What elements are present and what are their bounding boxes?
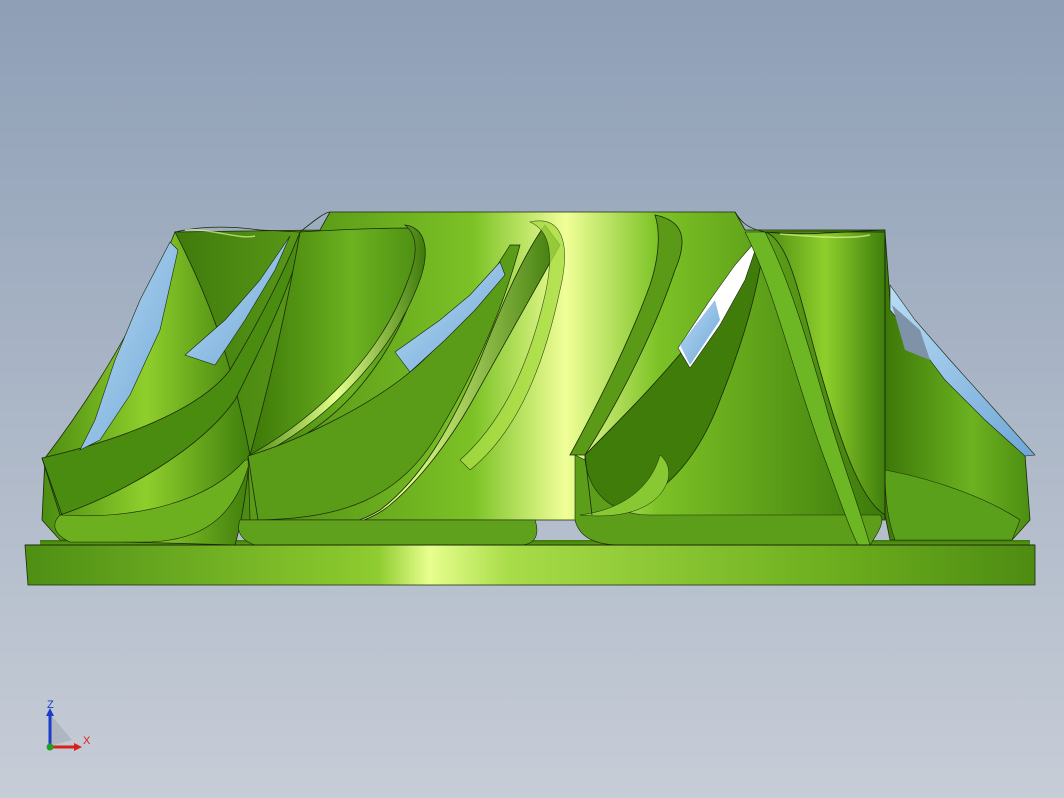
impeller-model[interactable] (0, 0, 1064, 798)
x-axis-arrow (74, 743, 82, 751)
coordinate-triad: Z X (38, 696, 98, 758)
z-axis-label: Z (47, 699, 54, 711)
graphics-viewport[interactable]: Z X (0, 0, 1064, 798)
origin-dot (46, 743, 54, 751)
x-axis-label: X (83, 735, 91, 747)
